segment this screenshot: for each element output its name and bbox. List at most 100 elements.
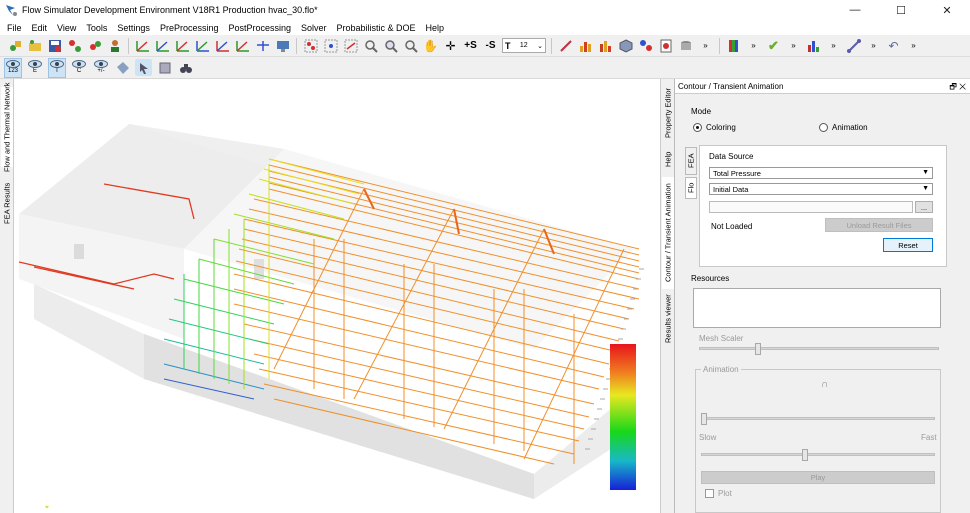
animation-frame-track[interactable] [701, 417, 935, 420]
animation-speed-thumb[interactable] [802, 449, 808, 461]
tab-help[interactable]: Help [662, 147, 674, 171]
toolbar-separator [128, 37, 129, 54]
rotate-icon[interactable]: ✛ [442, 37, 459, 54]
increase-scale-icon[interactable]: +S [462, 37, 479, 54]
pointer-icon[interactable] [135, 59, 152, 76]
show-text-button[interactable]: T [48, 57, 66, 78]
open-icon[interactable] [26, 37, 43, 54]
zoom-in-icon[interactable] [382, 37, 399, 54]
browse-button[interactable]: ... [915, 201, 933, 213]
maximize-button[interactable]: ☐ [878, 0, 924, 20]
menu-file[interactable]: File [2, 23, 27, 33]
animation-frame-icon: ∩ [821, 379, 829, 390]
menu-edit[interactable]: Edit [27, 23, 53, 33]
delete-node-icon[interactable] [86, 37, 103, 54]
new-model-icon[interactable] [6, 37, 23, 54]
axis-yz-icon[interactable] [234, 37, 251, 54]
text-size-prefix: T [505, 40, 511, 51]
more-icon[interactable]: » [825, 37, 842, 54]
menu-view[interactable]: View [52, 23, 81, 33]
show-plusminus-button[interactable]: +/- [92, 58, 110, 78]
tab-label: FEA Results [2, 182, 12, 224]
more-icon[interactable]: » [745, 37, 762, 54]
report-icon[interactable] [657, 37, 674, 54]
show-numbers-button[interactable]: 123 [4, 57, 22, 78]
mesh-scaler-track[interactable] [699, 347, 939, 350]
link-icon[interactable] [845, 37, 862, 54]
minimize-button[interactable]: — [832, 0, 878, 20]
chart-alt-icon[interactable] [597, 37, 614, 54]
more-icon[interactable]: » [785, 37, 802, 54]
zoom-fit-icon[interactable] [362, 37, 379, 54]
menu-solver[interactable]: Solver [296, 23, 332, 33]
tab-flow-thermal-network[interactable]: Flow and Thermal Network [1, 82, 13, 172]
menu-help[interactable]: Help [421, 23, 450, 33]
undo-icon[interactable]: ↶ [885, 37, 902, 54]
select-elements-icon[interactable] [342, 37, 359, 54]
menu-tools[interactable]: Tools [81, 23, 112, 33]
menu-preprocessing[interactable]: PreProcessing [155, 23, 224, 33]
result-file-path-input[interactable] [709, 201, 913, 213]
tab-property-editor[interactable]: Property Editor [662, 85, 674, 141]
binoculars-icon[interactable] [177, 59, 194, 76]
axis-z-icon[interactable] [174, 37, 191, 54]
tag-icon[interactable] [114, 59, 131, 76]
decrease-scale-icon[interactable]: -S [482, 37, 499, 54]
results-chart-icon[interactable] [805, 37, 822, 54]
more-icon[interactable]: » [865, 37, 882, 54]
reset-button[interactable]: Reset [883, 238, 933, 252]
text-size-select[interactable]: T 12 ⌄ [502, 38, 546, 53]
resources-list[interactable] [693, 288, 941, 328]
more-icon[interactable]: » [905, 37, 922, 54]
data-source-select[interactable]: Total Pressure ▼ [709, 167, 933, 179]
mesh-scaler-thumb[interactable] [755, 343, 761, 355]
plot-checkbox[interactable]: Plot [705, 489, 732, 498]
mode-coloring-radio[interactable]: Coloring [693, 123, 736, 132]
draw-element-icon[interactable] [557, 37, 574, 54]
bar-chart-icon[interactable] [577, 37, 594, 54]
tab-contour-transient-animation[interactable]: Contour / Transient Animation [662, 177, 674, 289]
eye-icon [94, 60, 108, 68]
add-component-icon[interactable] [637, 37, 654, 54]
animation-speed-track[interactable] [701, 453, 935, 456]
select-nodes-icon[interactable] [322, 37, 339, 54]
color-legend-icon[interactable] [725, 37, 742, 54]
tab-fea[interactable]: FEA [685, 147, 697, 175]
pan-hand-icon[interactable]: ✋ [422, 37, 439, 54]
save-icon[interactable] [46, 37, 63, 54]
user-icon[interactable] [106, 37, 123, 54]
panel-header-buttons[interactable]: 🗗 ✕ [949, 81, 966, 95]
axis-xz-icon[interactable] [214, 37, 231, 54]
more-icon[interactable]: » [697, 37, 714, 54]
mode-animation-radio[interactable]: Animation [819, 123, 868, 132]
filter-icon[interactable] [156, 59, 173, 76]
mode-label: Mode [691, 107, 712, 116]
axis-x-icon[interactable] [134, 37, 151, 54]
menu-settings[interactable]: Settings [112, 23, 155, 33]
close-button[interactable]: ✕ [924, 0, 970, 20]
main-toolbar: ✋ ✛ +S -S T 12 ⌄ » » ✔ » » » ↶ » [0, 35, 970, 57]
axis-xy-icon[interactable] [194, 37, 211, 54]
unload-result-files-button[interactable]: Unload Result Files [825, 218, 933, 232]
check-icon[interactable]: ✔ [765, 37, 782, 54]
database-icon[interactable] [677, 37, 694, 54]
show-chambers-button[interactable]: C [70, 58, 88, 78]
screen-icon[interactable] [274, 37, 291, 54]
show-elements-button[interactable]: E [26, 58, 44, 78]
cube-icon[interactable] [617, 37, 634, 54]
zoom-out-icon[interactable] [402, 37, 419, 54]
axis-y-icon[interactable] [154, 37, 171, 54]
play-button[interactable]: Play [701, 471, 935, 484]
menu-postprocessing[interactable]: PostProcessing [223, 23, 296, 33]
animation-frame-thumb[interactable] [701, 413, 707, 425]
tab-results-viewer[interactable]: Results viewer [662, 293, 674, 345]
model-viewport[interactable]: ⌖ [14, 79, 660, 513]
radio-icon [819, 123, 828, 132]
fit-nodes-icon[interactable] [302, 37, 319, 54]
add-node-icon[interactable] [66, 37, 83, 54]
axis-iso-icon[interactable] [254, 37, 271, 54]
tab-fea-results[interactable]: FEA Results [1, 167, 13, 239]
menu-probabilistic-doe[interactable]: Probabilistic & DOE [332, 23, 421, 33]
tab-flo[interactable]: Flo [685, 177, 697, 199]
data-set-select[interactable]: Initial Data ▼ [709, 183, 933, 195]
